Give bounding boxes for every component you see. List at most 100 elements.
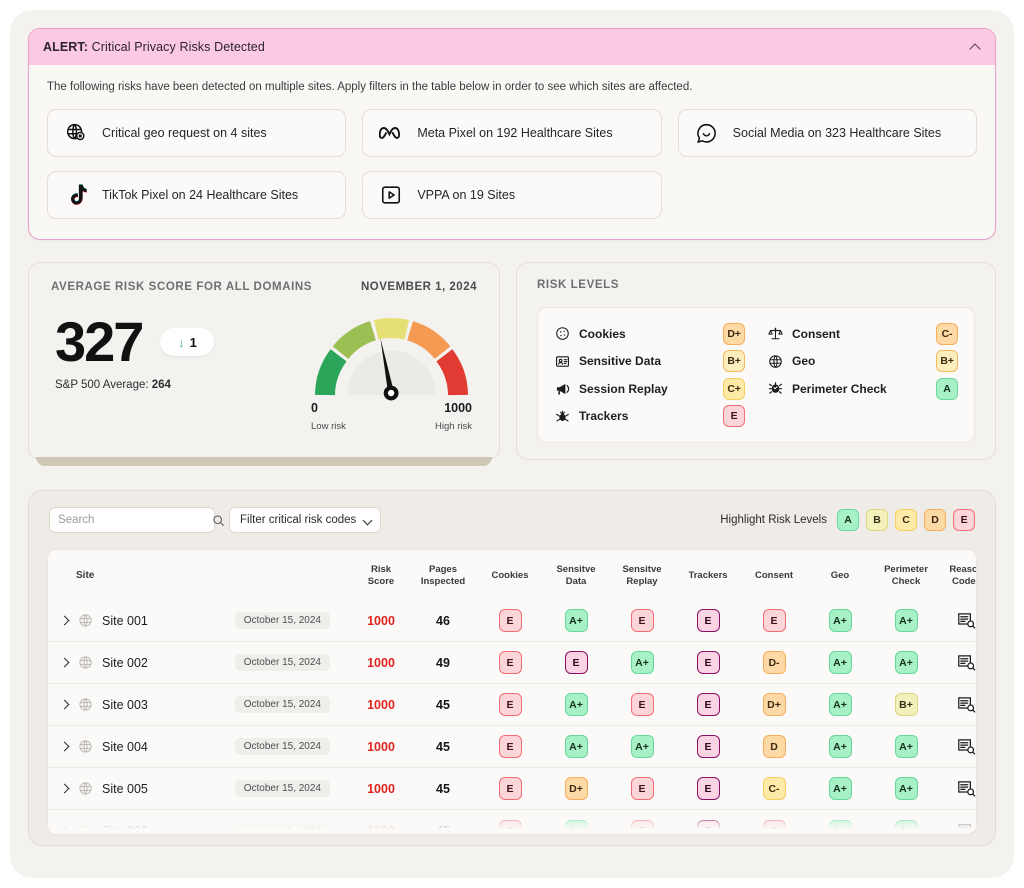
grade-badge[interactable]: A+ xyxy=(564,819,588,834)
grade-badge[interactable]: A+ xyxy=(828,609,852,632)
grade-badge[interactable]: E xyxy=(696,819,720,834)
reason-codes-icon[interactable] xyxy=(957,823,976,834)
table-row[interactable]: Site 005 October 15, 2024 1000 45 E D+ E E C- A+ A… xyxy=(48,767,976,810)
risk-gauge: 0 1000 Low risk High risk xyxy=(309,311,474,432)
grade-badge[interactable]: A+ xyxy=(828,777,852,801)
grade-badge[interactable]: E xyxy=(498,609,522,632)
col-trackers[interactable]: Trackers xyxy=(675,550,741,600)
grade-badge[interactable]: E xyxy=(630,609,654,632)
col-geo[interactable]: Geo xyxy=(807,550,873,600)
table-row[interactable]: Site 006 October 15, 2024 1000 45 E A+ E E E A+ A+ xyxy=(48,809,976,835)
highlight-level-d[interactable]: D xyxy=(924,509,946,531)
table-row[interactable]: Site 004 October 15, 2024 1000 45 E A+ A+ E D A+ A… xyxy=(48,725,976,768)
grade-badge[interactable]: E xyxy=(696,693,720,717)
grade-badge[interactable]: E xyxy=(696,609,720,632)
row-expand-chevron-icon[interactable] xyxy=(60,742,69,751)
reason-codes-icon[interactable] xyxy=(957,780,976,797)
grade-badge[interactable]: E xyxy=(630,777,654,801)
grade-badge[interactable]: E xyxy=(696,777,720,801)
table-row[interactable]: Site 003 October 15, 2024 1000 45 E A+ E E D+ A+ B… xyxy=(48,683,976,726)
alert-card-vppa[interactable]: VPPA on 19 Sites xyxy=(362,171,662,219)
filter-critical-risk-codes-select[interactable]: Filter critical risk codes xyxy=(229,507,381,533)
site-name[interactable]: Site 001 xyxy=(102,614,148,628)
grade-badge[interactable]: E xyxy=(498,693,522,717)
grade-badge[interactable]: E xyxy=(564,651,588,675)
grade-badge[interactable]: D- xyxy=(762,651,786,675)
col-cookies[interactable]: Cookies xyxy=(477,550,543,600)
reason-codes-icon[interactable] xyxy=(957,654,976,671)
col-risk-score[interactable]: Risk Score xyxy=(353,550,409,600)
table-row[interactable]: Site 002 October 15, 2024 1000 49 E E A+ E D- A+ A… xyxy=(48,641,976,684)
grade-badge[interactable]: E xyxy=(498,651,522,675)
sens-replay-cell: E xyxy=(609,683,675,726)
site-name[interactable]: Site 004 xyxy=(102,740,148,754)
grade-badge[interactable]: A+ xyxy=(894,651,918,675)
grade-badge[interactable]: A+ xyxy=(828,651,852,675)
table-row[interactable]: Site 001 October 15, 2024 1000 46 E A+ E E E A+ A+ xyxy=(48,600,976,642)
alert-panel-header: ALERT: Critical Privacy Risks Detected xyxy=(29,29,995,65)
grade-badge[interactable]: D xyxy=(762,735,786,759)
reason-codes-icon[interactable] xyxy=(957,696,976,713)
search-box[interactable] xyxy=(49,507,224,533)
reason-codes-cell xyxy=(939,725,976,768)
grade-badge[interactable]: A+ xyxy=(828,819,852,834)
site-name[interactable]: Site 005 xyxy=(102,782,148,796)
col-pages-inspected[interactable]: Pages Inspected xyxy=(409,550,477,600)
grade-badge[interactable]: E xyxy=(762,819,786,834)
highlight-level-e[interactable]: E xyxy=(953,509,975,531)
grade-badge[interactable]: A+ xyxy=(564,609,588,632)
grade-badge[interactable]: D+ xyxy=(762,693,786,717)
grade-badge[interactable]: C- xyxy=(762,777,786,801)
grade-badge[interactable]: E xyxy=(696,735,720,759)
search-icon[interactable] xyxy=(212,514,225,527)
grade-badge[interactable]: D+ xyxy=(564,777,588,801)
search-input[interactable] xyxy=(58,514,212,526)
grade-badge[interactable]: A+ xyxy=(894,735,918,759)
site-name[interactable]: Site 006 xyxy=(102,824,148,834)
alert-card-geo-request[interactable]: Critical geo request on 4 sites xyxy=(47,109,347,157)
alert-card-meta-pixel[interactable]: Meta Pixel on 192 Healthcare Sites xyxy=(362,109,662,157)
col-sensitive-replay[interactable]: Sensitve Replay xyxy=(609,550,675,600)
grade-badge[interactable]: E xyxy=(498,735,522,759)
row-expand-chevron-icon[interactable] xyxy=(60,658,69,667)
row-expand-chevron-icon[interactable] xyxy=(60,784,69,793)
row-expand-chevron-icon[interactable] xyxy=(60,827,69,835)
highlight-level-a[interactable]: A xyxy=(837,509,859,531)
alert-card-social-media[interactable]: Social Media on 323 Healthcare Sites xyxy=(677,109,977,157)
sites-table-scroll[interactable]: Site Risk Score Pages Inspected Cookies Se… xyxy=(47,549,977,835)
grade-badge[interactable]: A+ xyxy=(828,693,852,717)
risk-level-row-session-replay: Session Replay C+ xyxy=(554,375,745,403)
chevron-up-icon[interactable] xyxy=(971,42,981,52)
highlight-level-c[interactable]: C xyxy=(895,509,917,531)
reason-codes-icon[interactable] xyxy=(957,612,976,629)
site-name[interactable]: Site 003 xyxy=(102,698,148,712)
grade-badge[interactable]: B+ xyxy=(894,693,918,717)
highlight-level-b[interactable]: B xyxy=(866,509,888,531)
col-reason-codes[interactable]: ReasonCodes xyxy=(939,550,976,600)
grade-badge[interactable]: A+ xyxy=(630,651,654,675)
grade-badge[interactable]: A+ xyxy=(894,777,918,801)
row-expand-chevron-icon[interactable] xyxy=(60,616,69,625)
col-site[interactable]: Site xyxy=(48,550,353,600)
grade-badge[interactable]: E xyxy=(498,819,522,834)
grade-badge[interactable]: A+ xyxy=(564,693,588,717)
grade-badge[interactable]: A+ xyxy=(564,735,588,759)
grade-badge[interactable]: A+ xyxy=(828,735,852,759)
trackers-cell: E xyxy=(675,600,741,642)
grade-badge[interactable]: E xyxy=(630,819,654,834)
risk-score-cell: 1000 xyxy=(353,600,409,642)
grade-badge[interactable]: E xyxy=(696,651,720,675)
grade-badge[interactable]: A+ xyxy=(894,609,918,632)
site-name[interactable]: Site 002 xyxy=(102,656,148,670)
grade-badge[interactable]: A+ xyxy=(894,819,918,834)
col-sensitive-data[interactable]: Sensitve Data xyxy=(543,550,609,600)
alert-card-tiktok-pixel[interactable]: TikTok Pixel on 24 Healthcare Sites xyxy=(47,171,347,219)
grade-badge[interactable]: E xyxy=(498,777,522,801)
row-expand-chevron-icon[interactable] xyxy=(60,700,69,709)
grade-badge[interactable]: E xyxy=(630,693,654,717)
grade-badge[interactable]: A+ xyxy=(630,735,654,759)
col-consent[interactable]: Consent xyxy=(741,550,807,600)
grade-badge[interactable]: E xyxy=(762,609,786,632)
col-perimeter-check[interactable]: Perimeter Check xyxy=(873,550,939,600)
reason-codes-icon[interactable] xyxy=(957,738,976,755)
